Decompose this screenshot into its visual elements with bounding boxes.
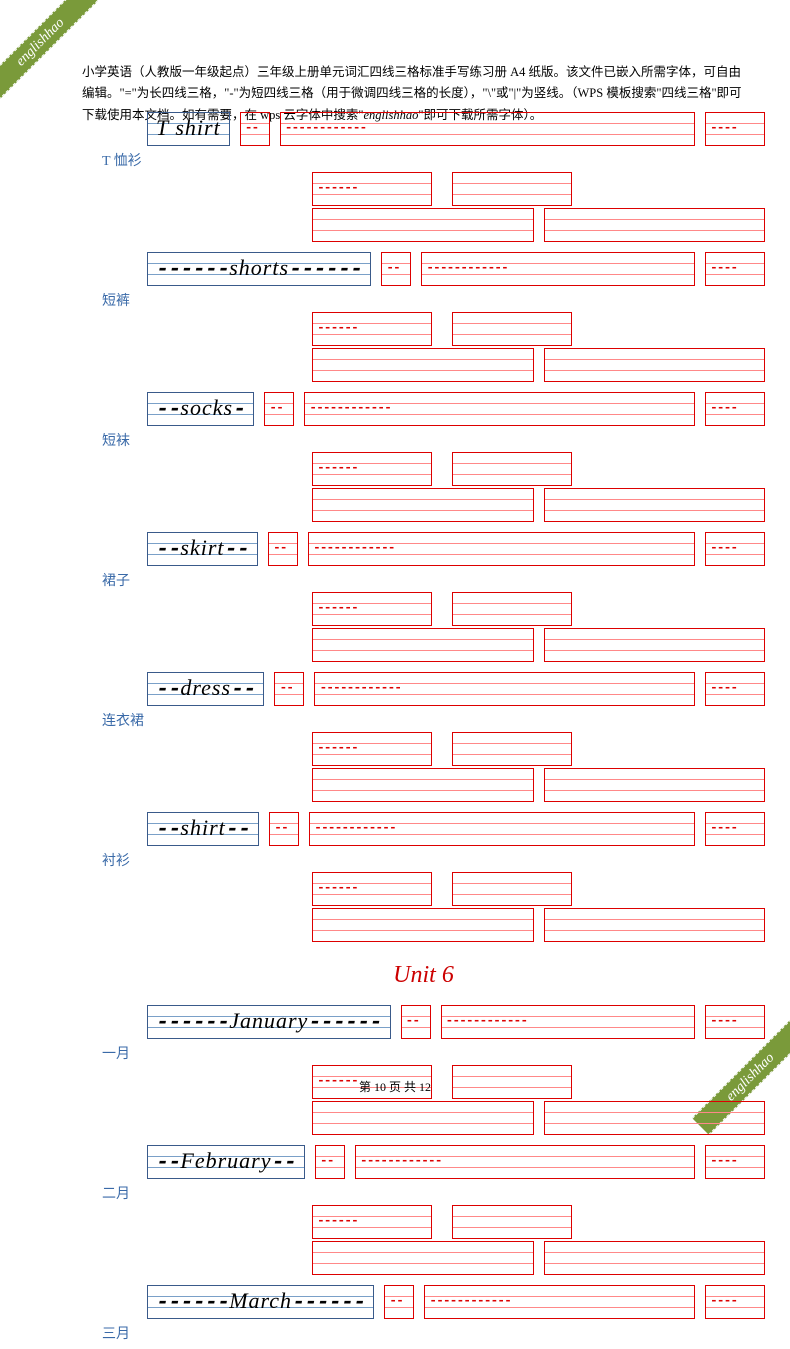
practice-box: ------------ [314,672,695,706]
practice-box [312,488,534,522]
practice-box [312,348,534,382]
word-box: ------March------ [147,1285,374,1319]
practice-box: -- [274,672,304,706]
practice-box [544,768,766,802]
practice-box [452,1205,572,1239]
practice-box [312,628,534,662]
practice-box: ---- [705,672,765,706]
practice-box: ---- [705,532,765,566]
practice-box [452,312,572,346]
chinese-label: 裙子 [102,570,765,590]
vocab-entry: ------January------------------------一月-… [82,1003,765,1137]
chinese-label: 三月 [102,1323,765,1343]
practice-box [544,1101,766,1135]
practice-box [452,592,572,626]
practice-box [312,1101,534,1135]
practice-box [312,1241,534,1275]
practice-box [544,628,766,662]
worksheet-content: T shirt------------------T 恤衫-----------… [82,110,765,1349]
practice-box [452,172,572,206]
practice-box [312,768,534,802]
word-box: --socks- [147,392,254,426]
word-box: ------January------ [147,1005,391,1039]
practice-box: ---- [705,1145,765,1179]
chinese-label: 一月 [102,1043,765,1063]
practice-box: ---- [705,1005,765,1039]
vocab-entry: T shirt------------------T 恤衫------ [82,110,765,244]
vocab-entry: --socks-------------------短袜------ [82,390,765,524]
chinese-label: 短袜 [102,430,765,450]
practice-box: ------ [312,172,432,206]
word-box: --shirt-- [147,812,259,846]
practice-box: ------ [312,732,432,766]
practice-box: ------------ [421,252,695,286]
chinese-label: 二月 [102,1183,765,1203]
word-box: ------shorts------ [147,252,371,286]
practice-box [452,452,572,486]
chinese-label: 连衣裙 [102,710,765,730]
chinese-label: 短裤 [102,290,765,310]
practice-box [544,488,766,522]
chinese-label: 衬衫 [102,850,765,870]
practice-box: ------ [312,592,432,626]
practice-box: -- [384,1285,414,1319]
practice-box [544,908,766,942]
vocab-entry: --February--------------------二月------ [82,1143,765,1277]
practice-box [452,872,572,906]
practice-box: ------ [312,1205,432,1239]
practice-box: ---- [705,392,765,426]
word-box: T shirt [147,112,230,146]
practice-box: -- [264,392,294,426]
practice-box [312,208,534,242]
practice-box: ------------ [441,1005,695,1039]
practice-box [544,1241,766,1275]
word-box: --February-- [147,1145,305,1179]
vocab-entry: --skirt--------------------裙子------ [82,530,765,664]
practice-box: ------------ [304,392,695,426]
word-box: --dress-- [147,672,264,706]
practice-box: ------------ [308,532,695,566]
vocab-entry: --dress--------------------连衣裙------ [82,670,765,804]
vocab-entry: ------shorts------------------------短裤--… [82,250,765,384]
practice-box: ------------ [424,1285,695,1319]
practice-box: -- [269,812,299,846]
practice-box: -- [268,532,298,566]
practice-box [452,732,572,766]
practice-box: ---- [705,112,765,146]
practice-box [544,348,766,382]
practice-box: ---- [705,1285,765,1319]
practice-box [312,908,534,942]
chinese-label: T 恤衫 [102,150,765,170]
vocab-entry: ------March------------------------三月 [82,1283,765,1343]
practice-box: ------------ [280,112,695,146]
practice-box: ---- [705,252,765,286]
practice-box: -- [240,112,270,146]
practice-box: ------ [312,872,432,906]
practice-box: -- [381,252,411,286]
practice-box: ------ [312,312,432,346]
page-footer: 第 10 页 共 12 [0,1078,790,1095]
vocab-entry: --shirt--------------------衬衫------ [82,810,765,944]
word-box: --skirt-- [147,532,258,566]
practice-box: ------------ [355,1145,695,1179]
practice-box: ------ [312,452,432,486]
practice-box: ---- [705,812,765,846]
practice-box [544,208,766,242]
practice-box: -- [315,1145,345,1179]
unit-title: Unit 6 [82,962,765,989]
practice-box: ------------ [309,812,695,846]
practice-box: -- [401,1005,431,1039]
